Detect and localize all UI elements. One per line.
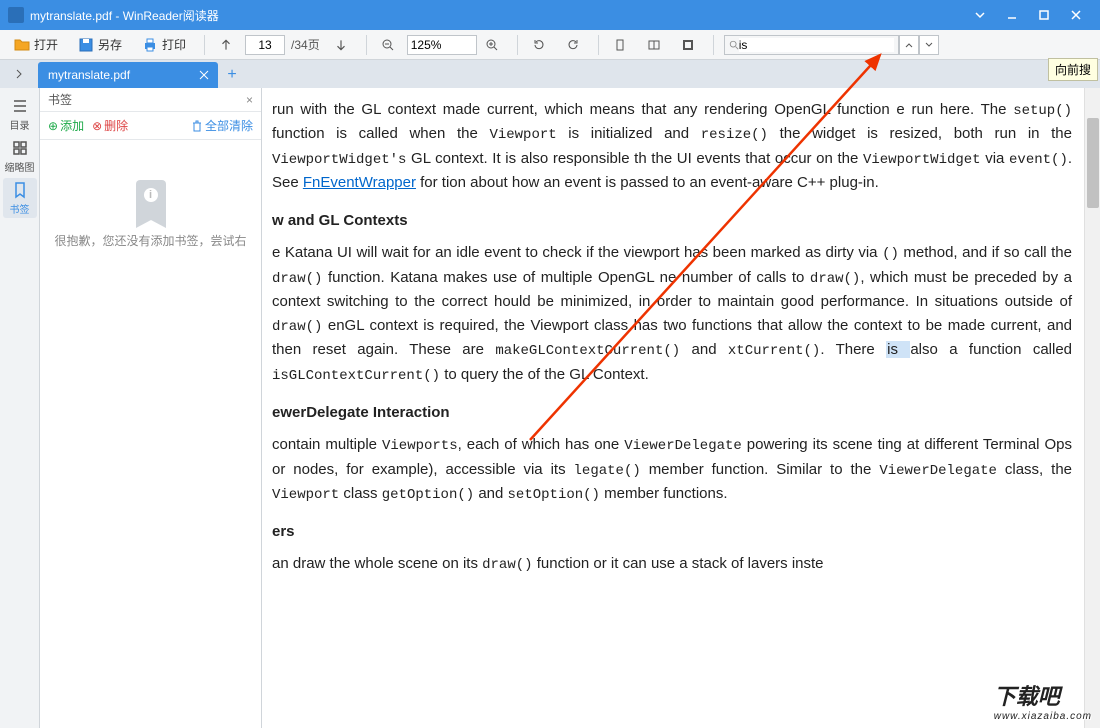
open-button[interactable]: 打开 — [6, 34, 66, 55]
double-page-button[interactable] — [639, 36, 669, 54]
bookmark-add-button[interactable]: ⊕ 添加 — [48, 117, 84, 134]
tab-close-button[interactable] — [196, 67, 212, 83]
bookmark-clear-button[interactable]: 全部清除 — [191, 117, 253, 134]
bookmark-empty-message: 很抱歉，您还没有添加书签，尝试右 — [44, 232, 256, 249]
sidebar-item-catalog[interactable]: 目录 — [3, 94, 37, 134]
zoom-in-button[interactable] — [477, 36, 507, 54]
page-number-input[interactable] — [245, 35, 285, 55]
dropdown-button[interactable] — [964, 0, 996, 30]
search-next-button[interactable] — [919, 35, 939, 55]
sidebar-rail: 目录 缩略图 书签 — [0, 88, 40, 728]
single-page-button[interactable] — [605, 36, 635, 54]
titlebar: mytranslate.pdf - WinReader阅读器 — [0, 0, 1100, 30]
rotate-right-button[interactable] — [558, 36, 588, 54]
tab-label: mytranslate.pdf — [48, 68, 130, 82]
panel-title: 书签 — [48, 91, 72, 108]
watermark: 下载吧 www.xiazaiba.com — [994, 679, 1092, 722]
panel-close-button[interactable]: × — [246, 93, 253, 107]
bookmark-empty-state: i 很抱歉，您还没有添加书签，尝试右 — [40, 140, 261, 728]
search-icon — [729, 39, 739, 51]
save-button[interactable]: 另存 — [70, 34, 130, 55]
bookmark-panel: 书签 × ⊕ 添加 ⊗ 删除 全部清除 i 很抱歉，您还没有添加书签，尝试右 — [40, 88, 262, 728]
bookmark-delete-button[interactable]: ⊗ 删除 — [92, 117, 128, 134]
search-highlight: is — [886, 341, 910, 358]
zoom-select[interactable] — [407, 35, 477, 55]
panel-toggle-button[interactable] — [0, 60, 38, 88]
page-total-label: /34页 — [291, 36, 320, 53]
scrollbar-thumb[interactable] — [1087, 118, 1099, 208]
search-prev-button[interactable] — [899, 35, 919, 55]
search-input[interactable] — [739, 38, 894, 52]
search-tooltip: 向前搜 — [1048, 58, 1098, 81]
sidebar-item-thumbnails[interactable]: 缩略图 — [3, 136, 37, 176]
app-icon — [8, 7, 24, 23]
close-button[interactable] — [1060, 0, 1092, 30]
tab-active[interactable]: mytranslate.pdf — [38, 62, 218, 88]
zoom-out-button[interactable] — [373, 36, 403, 54]
prev-page-button[interactable] — [211, 36, 241, 54]
search-box[interactable] — [724, 35, 899, 55]
vertical-scrollbar[interactable] — [1084, 88, 1100, 728]
toolbar: 打开 另存 打印 /34页 — [0, 30, 1100, 60]
bookmark-ribbon-icon: i — [136, 180, 166, 220]
new-tab-button[interactable]: + — [218, 62, 246, 88]
link-fneventwrapper[interactable]: FnEventWrapper — [303, 174, 416, 191]
fullscreen-button[interactable] — [673, 36, 703, 54]
sidebar-item-bookmarks[interactable]: 书签 — [3, 178, 37, 218]
rotate-left-button[interactable] — [524, 36, 554, 54]
document-content: run with the GL context made current, wh… — [262, 88, 1100, 597]
minimize-button[interactable] — [996, 0, 1028, 30]
maximize-button[interactable] — [1028, 0, 1060, 30]
next-page-button[interactable] — [326, 36, 356, 54]
trash-icon — [191, 120, 203, 132]
document-viewport[interactable]: run with the GL context made current, wh… — [262, 88, 1100, 728]
window-title: mytranslate.pdf - WinReader阅读器 — [30, 7, 219, 24]
tabbar: mytranslate.pdf + — [0, 60, 1100, 88]
print-button[interactable]: 打印 — [134, 34, 194, 55]
